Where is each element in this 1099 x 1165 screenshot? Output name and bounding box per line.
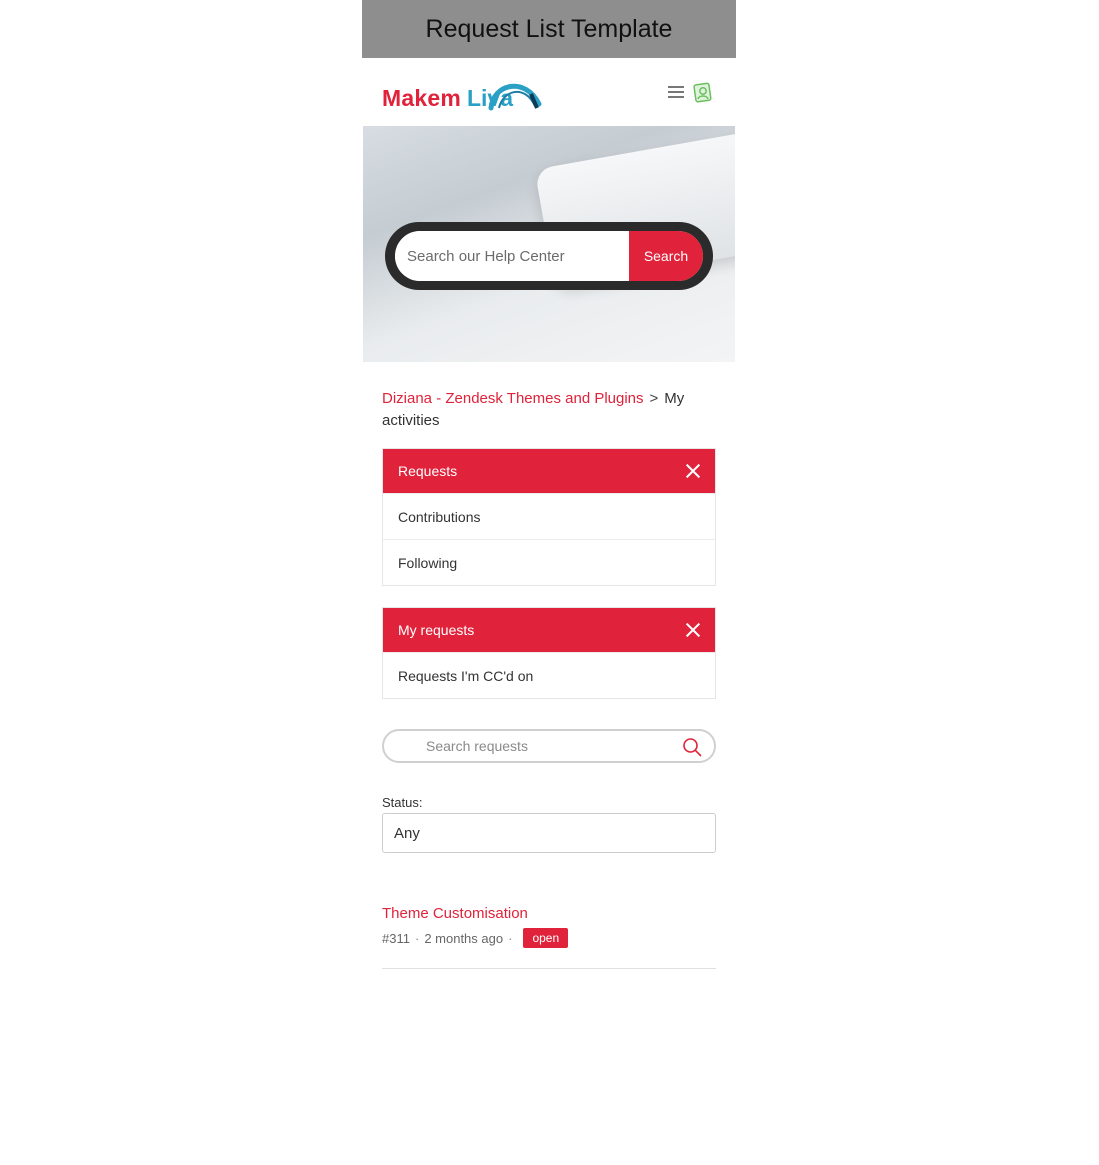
activity-nav-active-label: Requests	[398, 463, 458, 479]
meta-separator: ·	[414, 930, 420, 946]
activity-nav-item-following[interactable]: Following	[383, 539, 715, 585]
avatar-icon[interactable]	[693, 82, 713, 104]
activity-nav-item-contributions[interactable]: Contributions	[383, 493, 715, 539]
brand-logo[interactable]: Makem Liva	[382, 76, 542, 112]
status-badge: open	[523, 928, 569, 948]
requests-nav: My requests Requests I'm CC'd on	[382, 607, 716, 699]
template-title: Request List Template	[362, 0, 736, 58]
close-icon[interactable]	[685, 622, 701, 638]
request-title-link[interactable]: Theme Customisation	[382, 905, 716, 922]
logo-swoosh-icon	[488, 83, 542, 111]
request-search	[382, 729, 716, 763]
logo-text-primary: Makem	[382, 85, 461, 111]
request-time: 2 months ago	[424, 930, 504, 946]
hero-banner: Search	[363, 126, 735, 362]
request-search-input[interactable]	[424, 737, 714, 755]
hamburger-icon[interactable]	[668, 86, 684, 100]
request-meta: #311 · 2 months ago · open	[382, 928, 716, 948]
requests-nav-active[interactable]: My requests	[383, 608, 715, 652]
status-filter-label: Status:	[382, 795, 423, 810]
status-filter-select[interactable]: Any	[382, 813, 716, 853]
activity-nav: Requests Contributions Following	[382, 448, 716, 586]
help-center-search-button[interactable]: Search	[629, 231, 703, 281]
breadcrumb-separator: >	[649, 390, 659, 407]
page-frame: Request List Template Makem Liva Search	[362, 0, 736, 1165]
request-row: Theme Customisation #311 · 2 months ago …	[382, 905, 716, 969]
close-icon[interactable]	[685, 463, 701, 479]
help-center-search: Search	[385, 222, 713, 290]
breadcrumb: Diziana - Zendesk Themes and Plugins > My …	[382, 388, 716, 432]
requests-nav-item-ccd[interactable]: Requests I'm CC'd on	[383, 652, 715, 698]
main-content: Diziana - Zendesk Themes and Plugins > My …	[362, 388, 736, 969]
site-header: Makem Liva	[362, 58, 736, 126]
requests-nav-active-label: My requests	[398, 622, 475, 638]
breadcrumb-home-link[interactable]: Diziana - Zendesk Themes and Plugins	[382, 390, 644, 407]
meta-separator: ·	[508, 930, 513, 946]
activity-nav-active[interactable]: Requests	[383, 449, 715, 493]
search-icon[interactable]	[682, 737, 702, 757]
request-id: #311	[382, 930, 410, 946]
help-center-search-input[interactable]	[395, 231, 629, 281]
